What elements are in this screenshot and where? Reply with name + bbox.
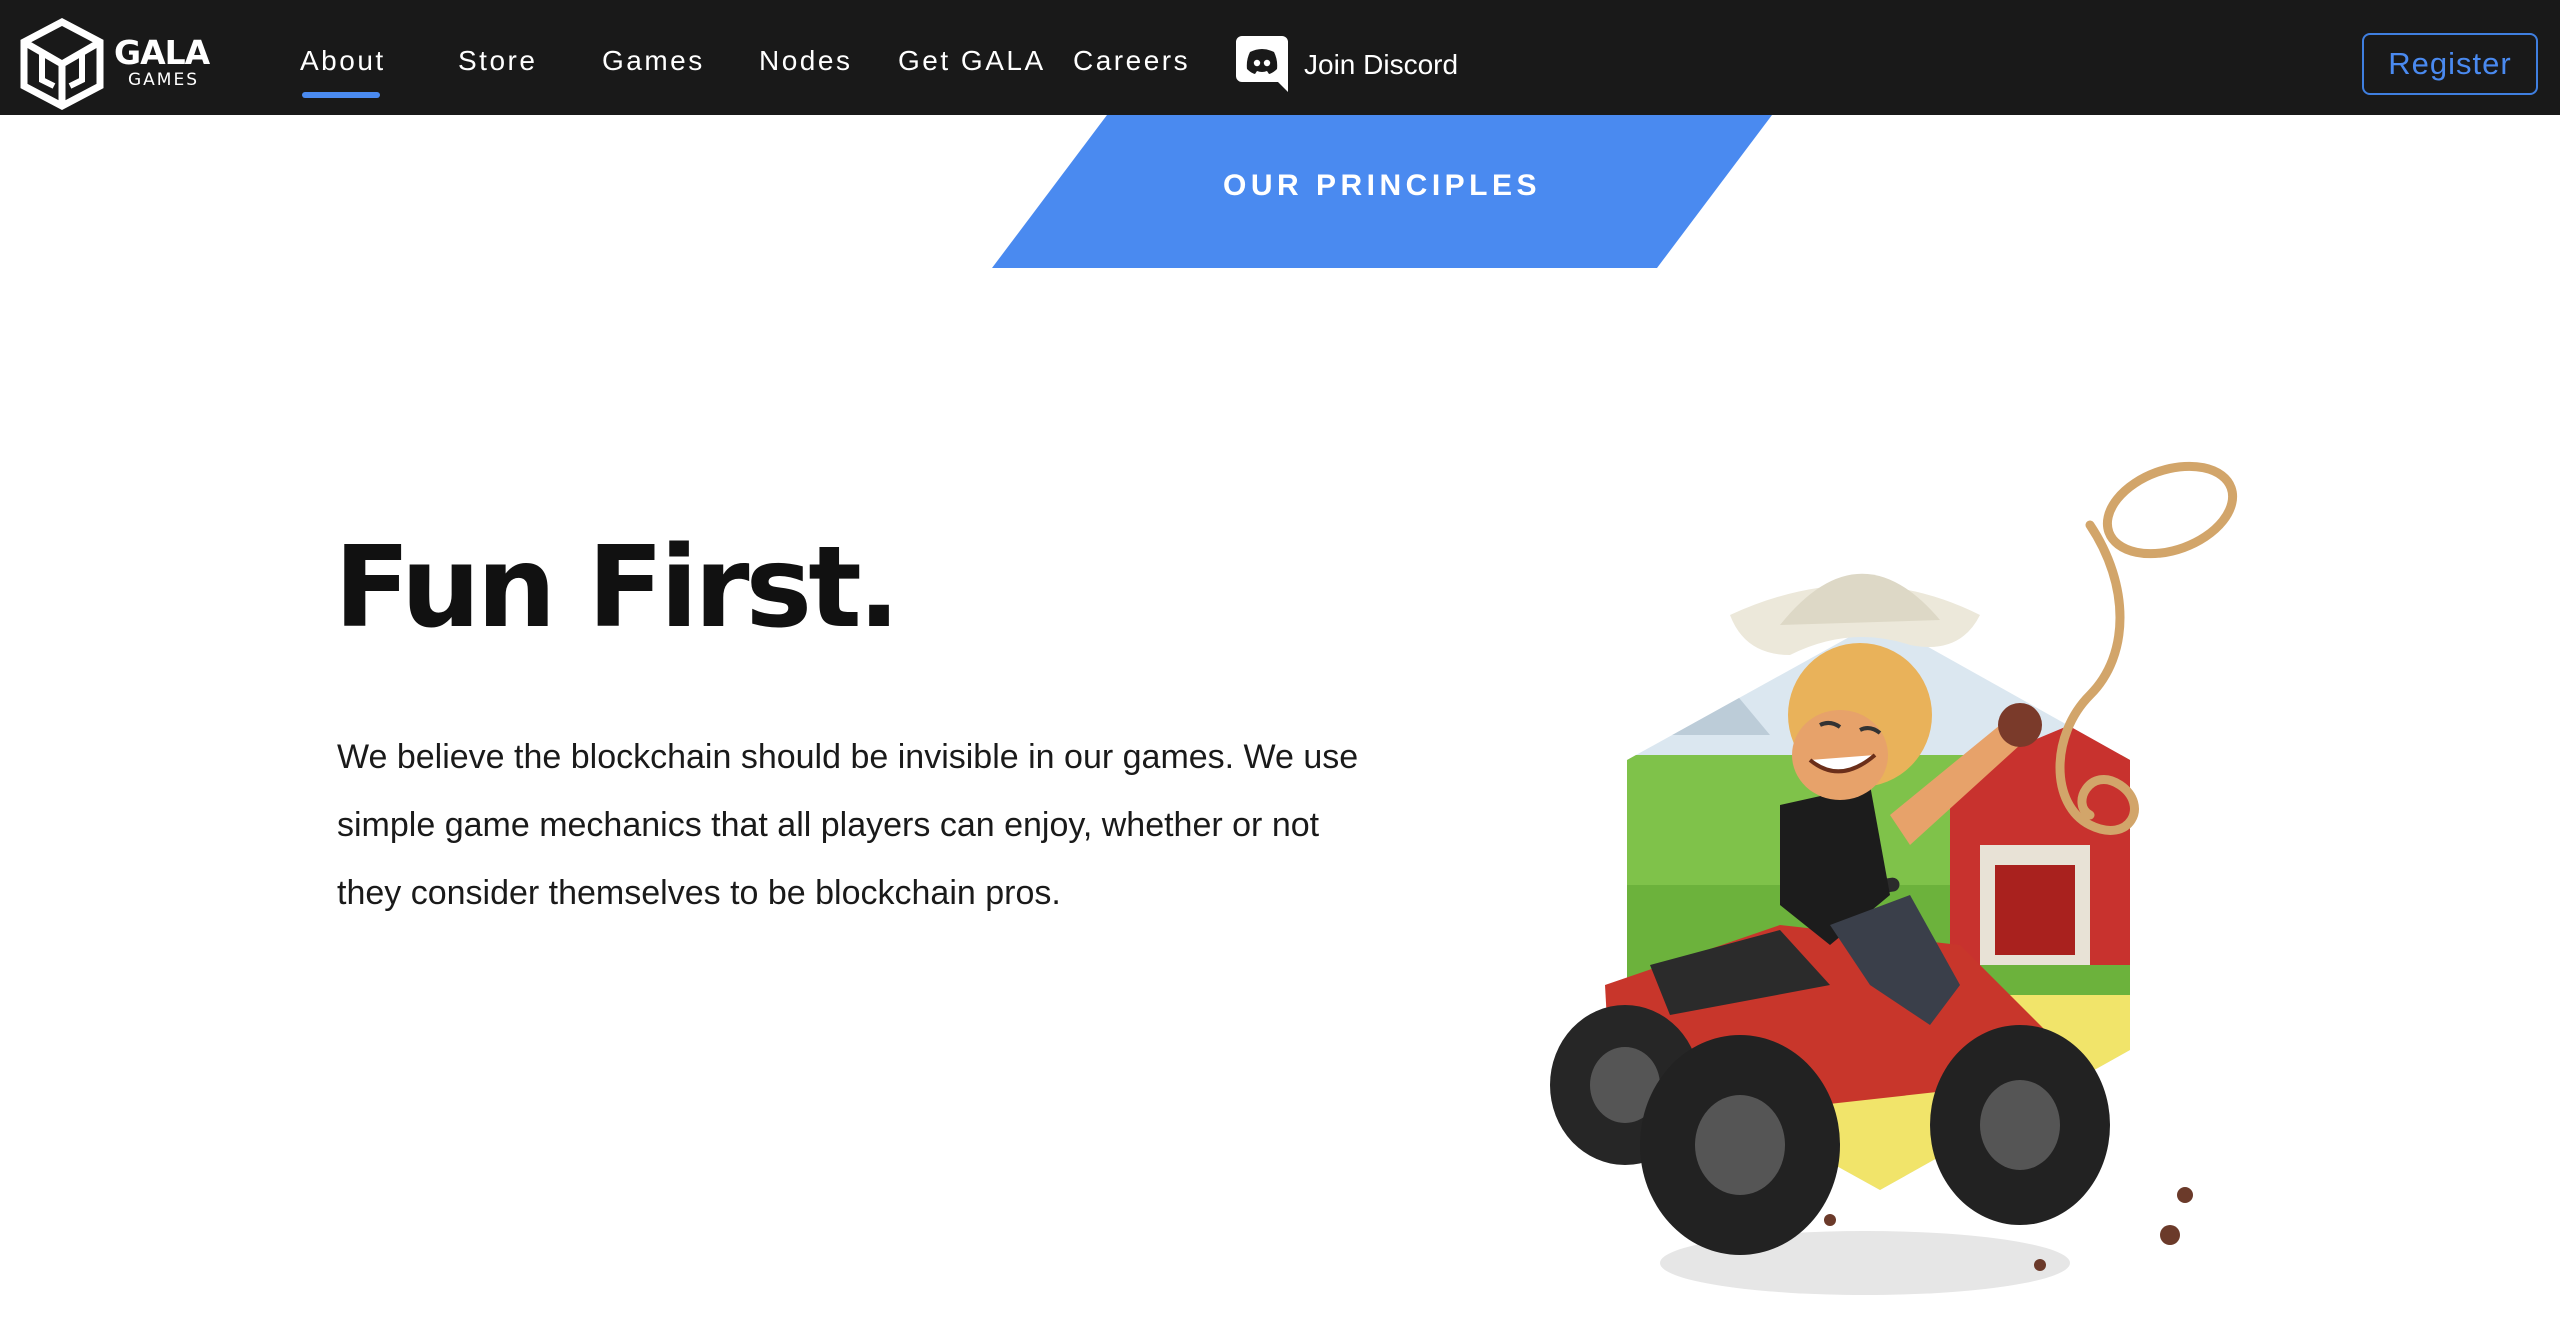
banner-label: OUR PRINCIPLES — [1222, 169, 1542, 202]
top-navbar: GALA GAMES About Store Games Nodes Get G… — [0, 0, 2560, 115]
nav-item-get-gala[interactable]: Get GALA — [898, 44, 1046, 78]
discord-icon — [1236, 36, 1288, 92]
join-discord-label: Join Discord — [1304, 49, 1459, 80]
principle-description: We believe the blockchain should be invi… — [337, 738, 1359, 912]
nav-item-about[interactable]: About — [300, 44, 386, 78]
gala-games-logo[interactable]: GALA GAMES — [20, 18, 220, 110]
our-principles-banner: OUR PRINCIPLES — [992, 115, 1772, 268]
nav-item-careers[interactable]: Careers — [1073, 44, 1190, 78]
nav-item-store[interactable]: Store — [458, 44, 537, 78]
cowgirl-atv-illustration — [1550, 461, 2238, 1295]
gala-cube-logo-icon — [20, 18, 104, 110]
principle-title: Fun First. — [334, 523, 900, 653]
nav-item-nodes[interactable]: Nodes — [759, 44, 852, 78]
logo-subtitle: GAMES — [128, 70, 200, 90]
active-nav-indicator — [302, 92, 380, 98]
register-button[interactable]: Register — [2362, 33, 2538, 95]
nav-item-games[interactable]: Games — [602, 44, 705, 78]
logo-wordmark: GALA — [114, 33, 210, 72]
